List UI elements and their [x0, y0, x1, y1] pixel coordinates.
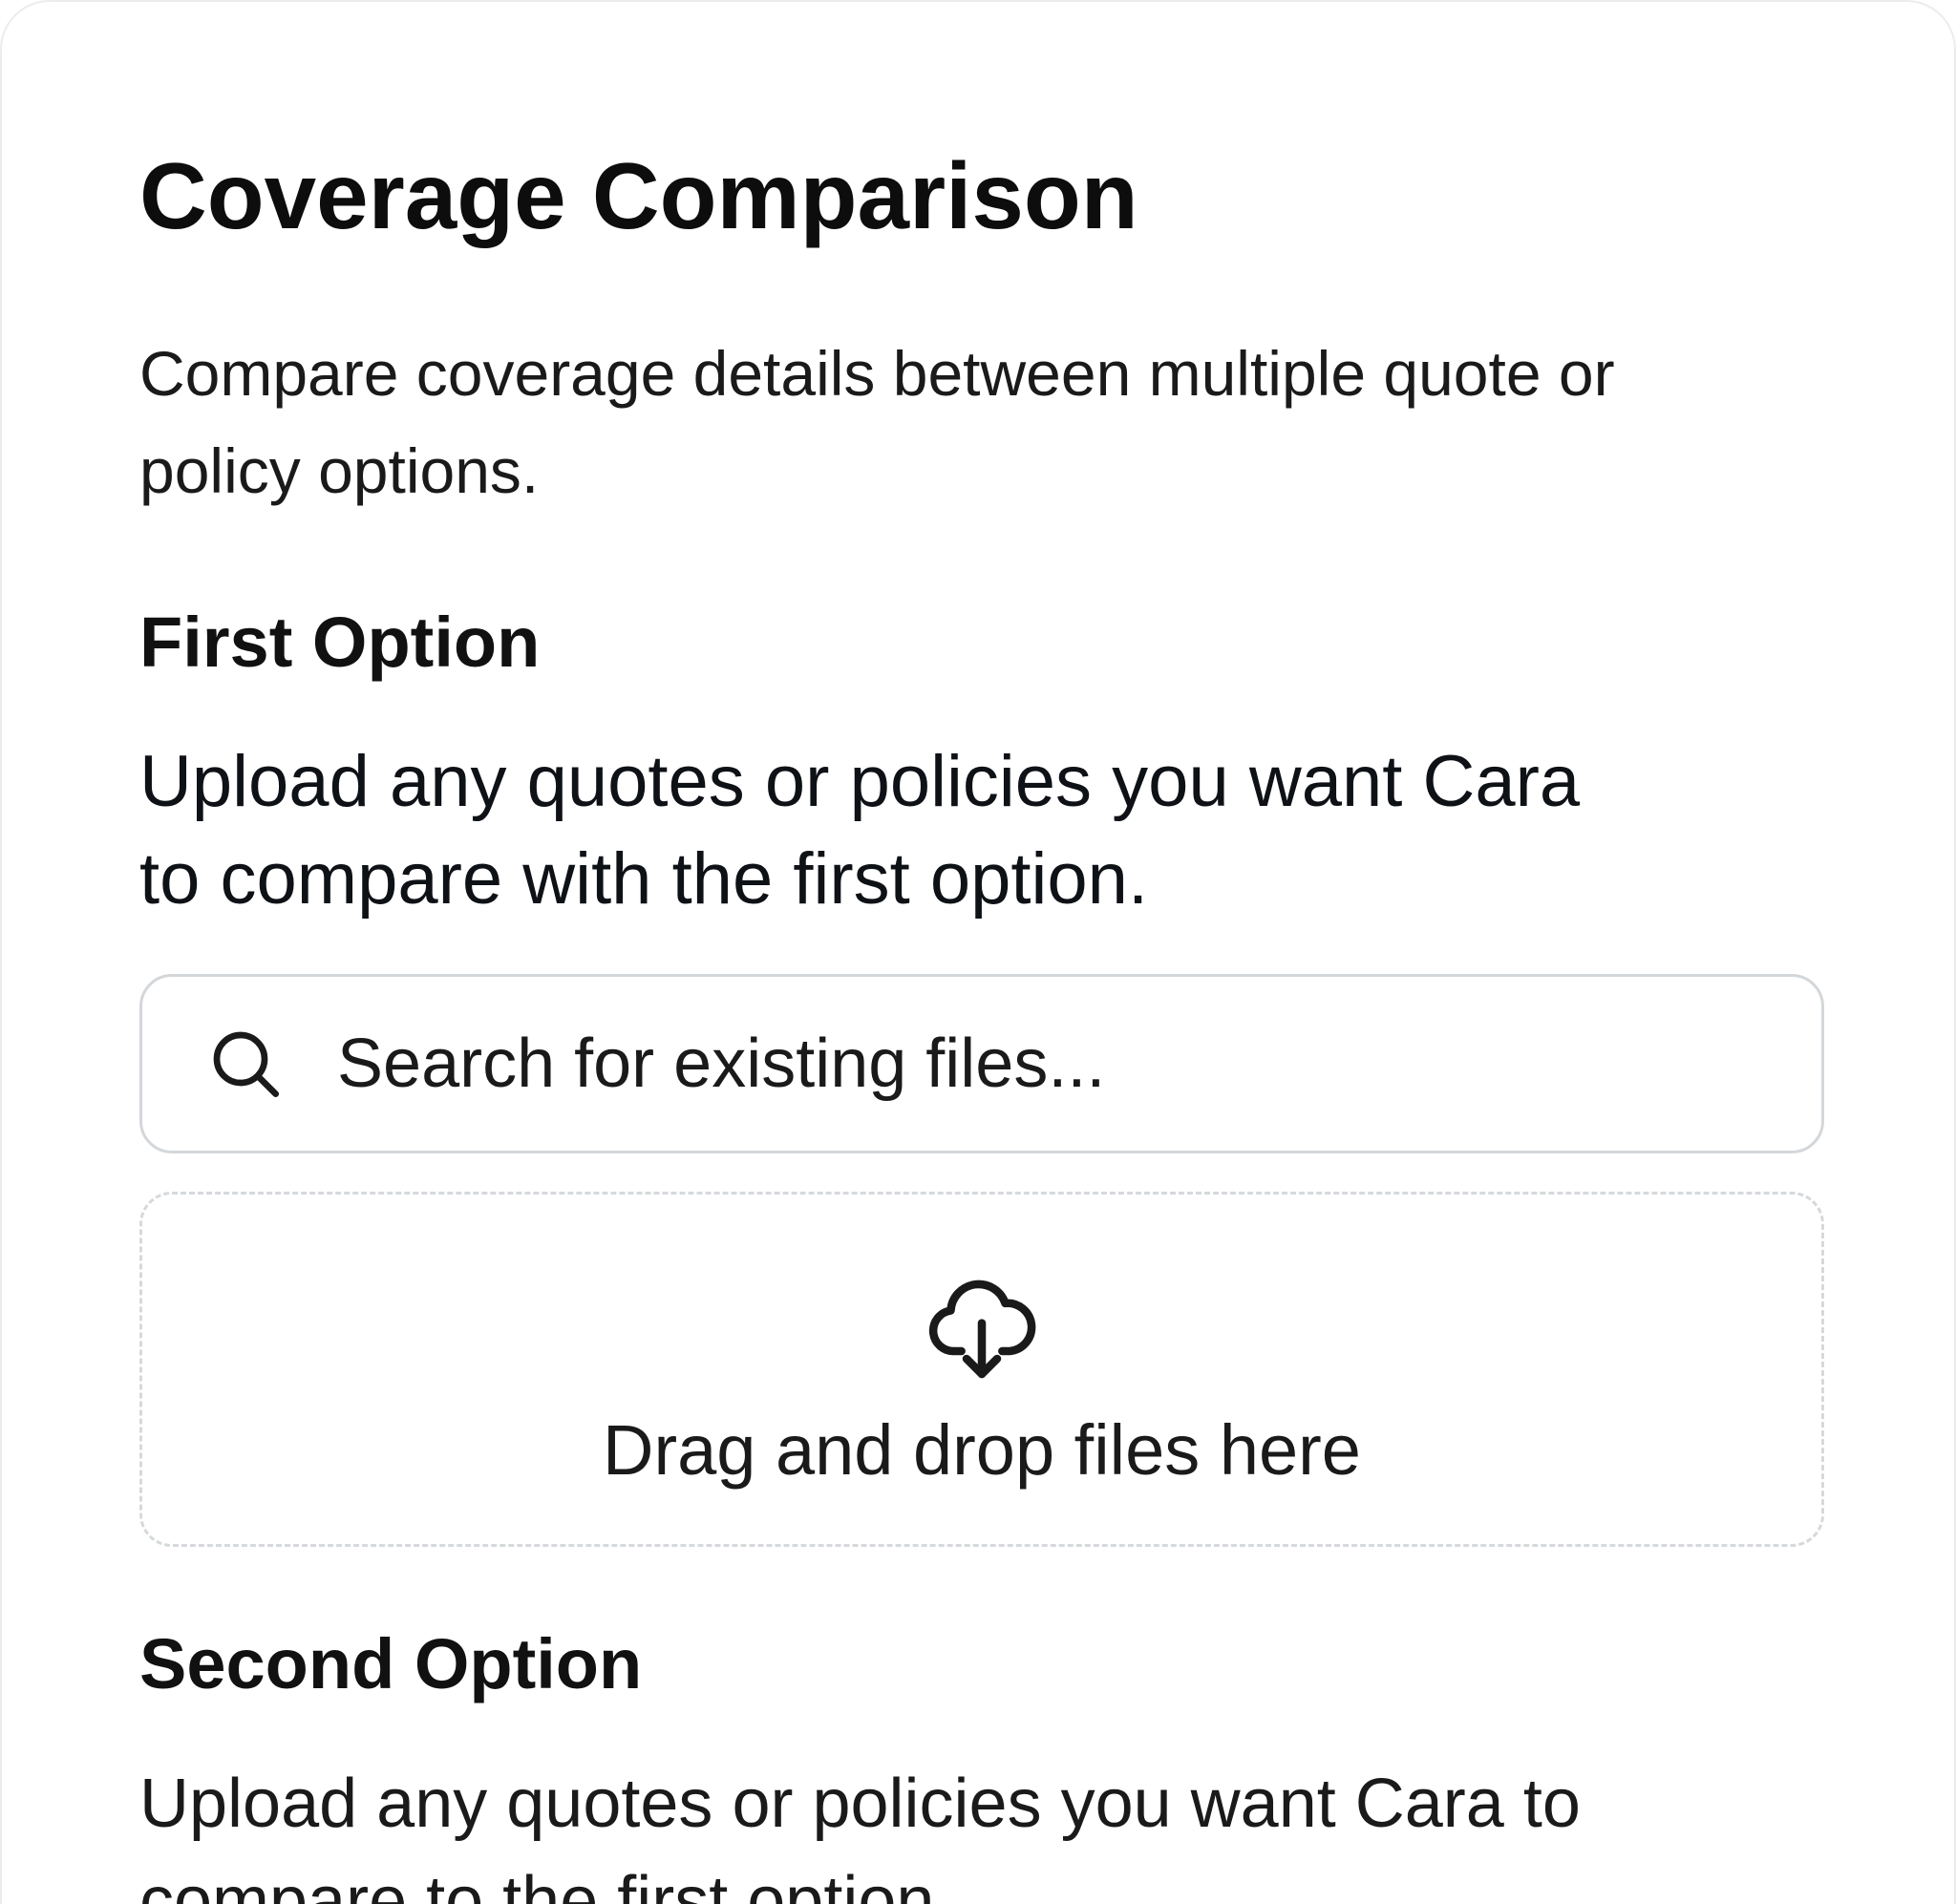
page-title: Coverage Comparison: [139, 143, 1138, 248]
page: Coverage Comparison Compare coverage det…: [0, 0, 1956, 1904]
search-icon: [213, 1031, 279, 1097]
file-search-box[interactable]: [139, 974, 1824, 1153]
first-option-heading: First Option: [139, 603, 541, 682]
cloud-download-icon: [928, 1280, 1036, 1379]
second-option-heading: Second Option: [139, 1624, 643, 1703]
file-dropzone[interactable]: Drag and drop files here: [139, 1192, 1824, 1547]
second-option-description: Upload any quotes or policies you want C…: [139, 1766, 1581, 1904]
coverage-comparison-panel: Coverage Comparison Compare coverage det…: [0, 0, 1956, 1904]
dropzone-label: Drag and drop files here: [603, 1410, 1361, 1490]
first-option-description: Upload any quotes or policies you want C…: [139, 741, 1581, 920]
page-subtitle: Compare coverage details between multipl…: [139, 338, 1615, 506]
search-input[interactable]: [337, 977, 1770, 1151]
